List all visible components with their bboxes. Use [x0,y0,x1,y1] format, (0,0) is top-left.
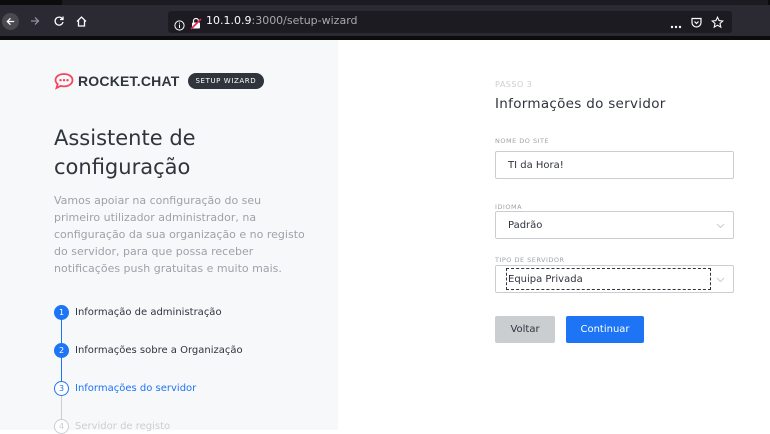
chevron-down-icon [716,275,725,286]
more-icon[interactable] [670,14,682,33]
pocket-icon[interactable] [690,14,703,33]
step-label: Informações sobre a Organização [75,345,243,356]
step-number: 1 [54,305,69,320]
home-icon[interactable] [72,12,90,30]
brand: ROCKET.CHAT SETUP WIZARD [54,72,265,90]
site-name-input[interactable]: TI da Hora! [495,151,734,179]
server-type-value: Equipa Privada [508,273,583,285]
step-label: Informações do servidor [75,383,197,394]
url-host: 10.1.0.9 [206,14,252,27]
step-admin-info: 1 Informação de administração [54,305,222,320]
step-organization-info: 2 Informações sobre a Organização [54,343,243,358]
site-name-value: TI da Hora! [508,159,564,171]
step-label: Servidor de registo [75,421,171,432]
url-text: 10.1.0.9:3000/setup-wizard [206,14,358,27]
back-icon[interactable] [2,13,19,30]
rocketchat-logo-icon [54,72,74,90]
language-value: Padrão [508,219,543,231]
server-type-label: TIPO DE SERVIDOR [495,256,565,264]
language-select[interactable]: Padrão [495,211,734,239]
url-bar[interactable]: 10.1.0.9:3000/setup-wizard [168,11,732,33]
server-type-select[interactable]: Equipa Privada [495,265,734,293]
continue-button[interactable]: Continuar [566,316,644,343]
wizard-sidebar: ROCKET.CHAT SETUP WIZARD Assistente de c… [0,40,338,434]
wizard-form-panel: PASSO 3 Informações do servidor NOME DO … [338,40,770,430]
form-title: Informações do servidor [495,96,666,112]
step-number: 2 [54,343,69,358]
step-server-info: 3 Informações do servidor [54,381,196,396]
back-button[interactable]: Voltar [495,316,555,343]
browser-chrome: 10.1.0.9:3000/setup-wizard [0,0,770,40]
setup-wizard-badge: SETUP WIZARD [187,73,265,89]
reload-icon[interactable] [50,12,68,30]
step-indicator: PASSO 3 [495,80,533,89]
bookmark-star-icon[interactable] [710,14,725,33]
brand-name: ROCKET.CHAT [78,73,180,89]
intro-text: Vamos apoiar na configuração do seu prim… [54,194,305,275]
step-label: Informação de administração [75,307,222,318]
step-number: 4 [54,419,69,434]
forward-icon[interactable] [26,12,44,30]
insecure-lock-icon[interactable] [190,15,202,34]
info-icon[interactable] [174,16,185,35]
url-path: :3000/setup-wizard [251,14,358,27]
url-actions [670,14,725,33]
language-label: IDIOMA [495,203,523,211]
browser-toolbar: 10.1.0.9:3000/setup-wizard [0,5,770,36]
step-register-server: 4 Servidor de registo [54,419,170,434]
chevron-down-icon [716,221,725,232]
step-number: 3 [54,381,69,396]
page-title: Assistente de configuração [54,126,196,179]
site-name-label: NOME DO SITE [495,137,550,145]
